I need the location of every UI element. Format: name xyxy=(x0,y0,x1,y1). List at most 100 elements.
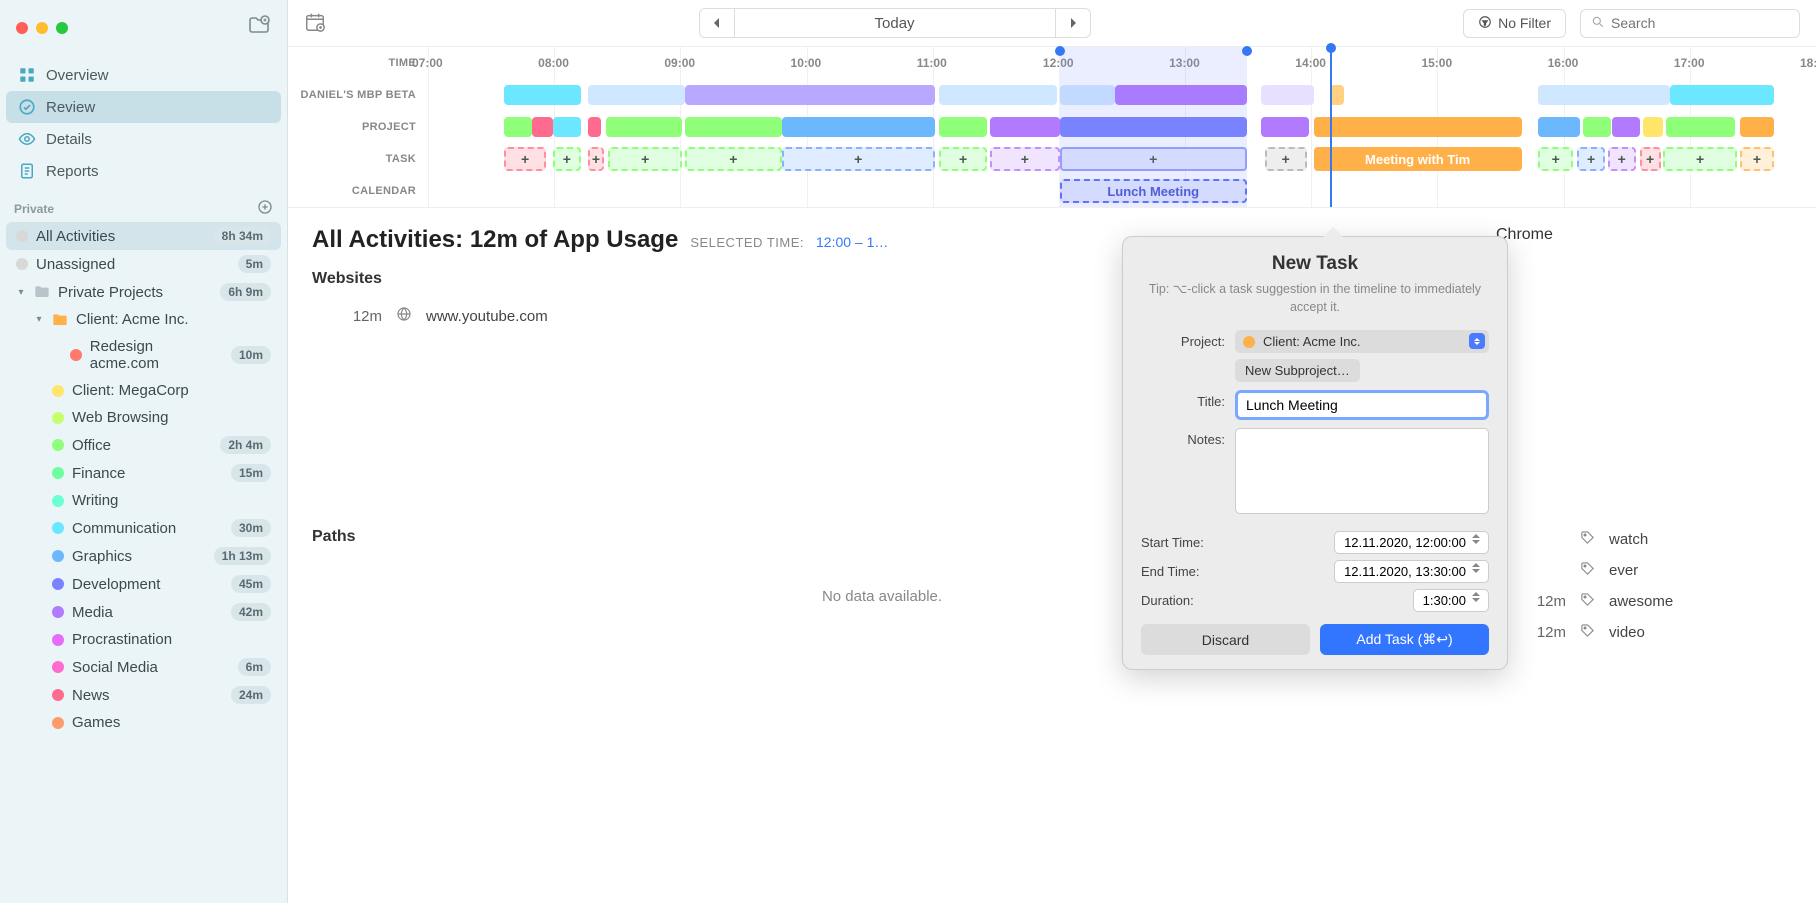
tree-item[interactable]: ▾Client: Acme Inc. xyxy=(6,306,281,333)
tag-row[interactable]: watch xyxy=(1496,524,1796,555)
tag-label: watch xyxy=(1609,531,1648,548)
task-suggestion[interactable]: + xyxy=(990,147,1059,171)
end-time-input[interactable] xyxy=(1334,560,1489,583)
next-day-button[interactable] xyxy=(1055,8,1091,38)
timeline-segment[interactable] xyxy=(1670,85,1774,105)
add-task-button[interactable]: Add Task (⌘↩︎) xyxy=(1320,624,1489,655)
timeline-segment[interactable] xyxy=(588,85,685,105)
tree-item[interactable]: Unassigned5m xyxy=(6,250,281,278)
timeline-segment[interactable] xyxy=(685,117,782,137)
task-meeting[interactable]: Meeting with Tim xyxy=(1314,147,1522,171)
tree-item[interactable]: Finance15m xyxy=(6,459,281,487)
task-suggestion[interactable]: + xyxy=(553,147,581,171)
task-suggestion[interactable]: + xyxy=(1740,147,1775,171)
current-date[interactable]: Today xyxy=(735,8,1055,38)
tree-item[interactable]: ▾Private Projects6h 9m xyxy=(6,278,281,306)
tree-item[interactable]: Communication30m xyxy=(6,514,281,542)
tree-item[interactable]: Social Media6m xyxy=(6,653,281,681)
start-time-input[interactable] xyxy=(1334,531,1489,554)
search-input[interactable] xyxy=(1611,15,1792,31)
nav-overview[interactable]: Overview xyxy=(6,59,281,91)
tree-item[interactable]: Media42m xyxy=(6,598,281,626)
timeline-segment[interactable] xyxy=(1330,85,1344,105)
project-color-dot xyxy=(1243,336,1255,348)
task-suggestion[interactable]: + xyxy=(939,147,988,171)
tag-row[interactable]: 12mvideo xyxy=(1496,617,1796,648)
discard-button[interactable]: Discard xyxy=(1141,624,1310,655)
selection-start-handle[interactable] xyxy=(1055,46,1065,56)
tree-item[interactable]: All Activities8h 34m xyxy=(6,222,281,250)
new-subproject-button[interactable]: New Subproject… xyxy=(1235,359,1360,382)
search-box[interactable] xyxy=(1580,9,1800,38)
task-suggestion[interactable]: + xyxy=(504,147,546,171)
title-input[interactable] xyxy=(1235,390,1489,420)
timeline-segment[interactable] xyxy=(1261,117,1310,137)
content-area: All Activities: 12m of App Usage SELECTE… xyxy=(288,208,1816,903)
stepper-icon[interactable] xyxy=(1472,592,1486,608)
task-suggestion[interactable]: + xyxy=(608,147,682,171)
task-suggestion[interactable]: + xyxy=(1538,147,1573,171)
tag-row[interactable]: 12mawesome xyxy=(1496,586,1796,617)
task-suggestion[interactable]: + xyxy=(782,147,935,171)
timeline-segment[interactable] xyxy=(532,117,553,137)
timeline-segment[interactable] xyxy=(1643,117,1664,137)
nav-reports[interactable]: Reports xyxy=(6,155,281,187)
minimize-window-icon[interactable] xyxy=(36,22,48,34)
nav-review[interactable]: Review xyxy=(6,91,281,123)
stepper-icon[interactable] xyxy=(1469,333,1485,349)
task-suggestion[interactable]: + xyxy=(1265,147,1307,171)
close-window-icon[interactable] xyxy=(16,22,28,34)
timeline-segment[interactable] xyxy=(782,117,935,137)
timeline-segment[interactable] xyxy=(1612,117,1640,137)
tree-item[interactable]: Writing xyxy=(6,487,281,514)
tree-item[interactable]: Procrastination xyxy=(6,626,281,653)
disclosure-icon[interactable]: ▾ xyxy=(16,287,26,298)
filter-button[interactable]: No Filter xyxy=(1463,9,1566,38)
tree-item[interactable]: Graphics1h 13m xyxy=(6,542,281,570)
project-select[interactable]: Client: Acme Inc. xyxy=(1235,330,1489,353)
task-suggestion[interactable]: + xyxy=(1640,147,1661,171)
timeline-segment[interactable] xyxy=(504,117,532,137)
tree-item[interactable]: Redesign acme.com10m xyxy=(6,333,281,377)
timeline-segment[interactable] xyxy=(553,117,581,137)
timeline-segment[interactable] xyxy=(588,117,602,137)
stepper-icon[interactable] xyxy=(1472,534,1486,550)
tree-item[interactable]: Web Browsing xyxy=(6,404,281,431)
new-folder-icon[interactable] xyxy=(247,14,271,41)
calendar-add-icon[interactable] xyxy=(304,11,326,36)
tree-item[interactable]: Games xyxy=(6,709,281,736)
timeline-segment[interactable] xyxy=(1538,117,1580,137)
timeline-segment[interactable] xyxy=(1314,117,1522,137)
selection-range[interactable] xyxy=(1060,47,1247,207)
timeline-segment[interactable] xyxy=(1740,117,1775,137)
add-project-icon[interactable] xyxy=(257,199,273,218)
timeline-segment[interactable] xyxy=(1538,85,1670,105)
tree-item[interactable]: Office2h 4m xyxy=(6,431,281,459)
tree-item[interactable]: News24m xyxy=(6,681,281,709)
timeline-segment[interactable] xyxy=(939,117,988,137)
tree-item[interactable]: Client: MegaCorp xyxy=(6,377,281,404)
timeline-segment[interactable] xyxy=(1261,85,1314,105)
tree-item-label: Media xyxy=(72,604,113,621)
timeline-segment[interactable] xyxy=(685,85,935,105)
tree-item[interactable]: Development45m xyxy=(6,570,281,598)
timeline-segment[interactable] xyxy=(606,117,682,137)
stepper-icon[interactable] xyxy=(1472,563,1486,579)
timeline-segment[interactable] xyxy=(1583,117,1611,137)
task-suggestion[interactable]: + xyxy=(588,147,605,171)
task-suggestion[interactable]: + xyxy=(685,147,782,171)
timeline-segment[interactable] xyxy=(1666,117,1735,137)
timeline-segment[interactable] xyxy=(504,85,580,105)
disclosure-icon[interactable]: ▾ xyxy=(34,314,44,325)
task-suggestion[interactable]: + xyxy=(1663,147,1737,171)
timeline-segment[interactable] xyxy=(939,85,1057,105)
task-suggestion[interactable]: + xyxy=(1577,147,1605,171)
task-suggestion[interactable]: + xyxy=(1608,147,1636,171)
nav-details[interactable]: Details xyxy=(6,123,281,155)
timeline-segment[interactable] xyxy=(990,117,1059,137)
fullscreen-window-icon[interactable] xyxy=(56,22,68,34)
tag-row[interactable]: ever xyxy=(1496,555,1796,586)
selection-end-handle[interactable] xyxy=(1242,46,1252,56)
notes-textarea[interactable] xyxy=(1235,428,1489,514)
prev-day-button[interactable] xyxy=(699,8,735,38)
